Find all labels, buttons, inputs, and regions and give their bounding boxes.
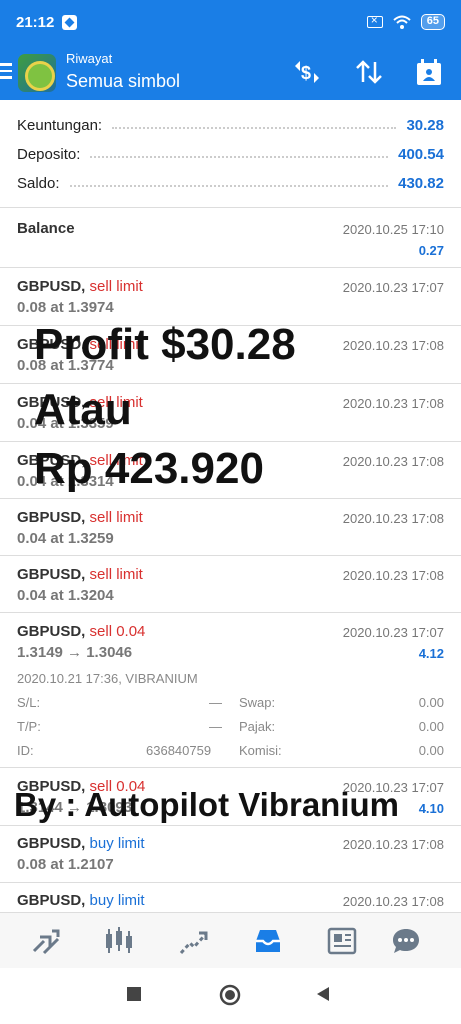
list-item[interactable]: GBPUSD, buy limit 0.08 at 1.2107 2020.10… [0,826,461,883]
summary-balance-row: Saldo: 430.82 [17,172,444,194]
currency-exchange-icon[interactable]: $ [292,58,322,86]
quotes-icon[interactable] [30,925,62,957]
system-navigation-bar [0,968,461,1024]
summary-panel: Keuntungan: 30.28 Deposito: 400.54 Saldo… [0,100,461,208]
item-date: 2020.10.23 17:08 [342,338,444,353]
sort-icon[interactable] [354,58,384,86]
item-title: GBPUSD, sell 0.04 [17,623,146,640]
back-icon[interactable] [315,986,331,1002]
overlay-byline: By : Autopilot Vibranium [14,786,399,823]
item-date: 2020.10.23 17:08 [342,396,444,411]
dot-leader [90,156,389,158]
item-date: 2020.10.25 17:10 [342,222,444,237]
item-amount: 0.27 [418,243,444,258]
status-time: 21:12 [16,13,55,31]
status-indicators: 65 [366,13,445,30]
item-amount: 4.10 [418,801,444,816]
deal-detail-row: ID: 636840759 Komisi: 0.00 [17,743,444,758]
trade-icon[interactable] [178,925,210,957]
battery-indicator: 65 [420,14,445,30]
summary-label: Saldo: [17,174,60,192]
deal-detail-row: T/P: — Pajak: 0.00 [17,719,444,734]
dot-leader [69,185,389,187]
chat-icon[interactable] [390,925,422,957]
calendar-icon[interactable] [414,58,444,86]
item-date: 2020.10.23 17:07 [342,625,444,640]
status-bar: 21:12 65 [0,0,461,44]
deal-detail-row: S/L: — Swap: 0.00 [17,695,444,710]
summary-deposit-row: Deposito: 400.54 [17,143,444,165]
notification-icon [62,14,78,30]
item-title: GBPUSD, sell limit [17,278,143,295]
overlay-rupiah-text: Rp 423.920 [34,444,264,493]
item-title: GBPUSD, buy limit [17,835,145,852]
home-icon[interactable] [219,984,241,1006]
overlay-or-text: Atau [34,385,132,434]
wifi-icon [393,15,411,29]
item-subtitle: 0.04 at 1.3204 [17,587,114,604]
svg-text:$: $ [301,63,311,83]
list-item[interactable]: GBPUSD, sell limit 0.04 at 1.3259 2020.1… [0,499,461,556]
no-sim-icon [366,13,383,28]
item-amount: 4.12 [418,646,444,661]
deal-item-expanded[interactable]: GBPUSD, sell 0.04 1.3149 → 1.3046 2020.1… [0,613,461,768]
item-subtitle: 0.04 at 1.3259 [17,530,114,547]
item-title: Balance [17,220,75,237]
app-logo [18,54,56,92]
news-icon[interactable] [326,925,358,957]
item-subtitle: 0.08 at 1.2107 [17,856,114,873]
item-subtitle: 1.3149 → 1.3046 [17,644,133,661]
item-date: 2020.10.23 17:08 [342,894,444,909]
menu-icon[interactable] [0,63,12,81]
recent-apps-icon[interactable] [126,986,142,1002]
bottom-navigation [0,912,461,968]
list-item[interactable]: GBPUSD, buy limit 2020.10.23 17:08 [0,883,461,912]
item-date: 2020.10.23 17:08 [342,454,444,469]
app-bar: Riwayat Semua simbol $ [0,44,461,100]
item-title: GBPUSD, buy limit [17,892,145,909]
list-item[interactable]: GBPUSD, sell limit 0.08 at 1.3974 2020.1… [0,268,461,326]
app-subtitle: Riwayat [66,51,113,66]
summary-value: 430.82 [398,174,444,192]
dot-leader [112,127,397,129]
item-subtitle: 0.08 at 1.3974 [17,299,114,316]
overlay-profit-text: Profit $30.28 [34,320,296,369]
list-item[interactable]: Balance 2020.10.25 17:10 0.27 [0,209,461,268]
chart-candles-icon[interactable] [103,925,135,957]
summary-profit-row: Keuntungan: 30.28 [17,114,444,136]
item-date: 2020.10.23 17:08 [342,837,444,852]
item-title: GBPUSD, sell limit [17,509,143,526]
list-item[interactable]: GBPUSD, sell limit 0.04 at 1.3204 2020.1… [0,556,461,613]
item-title: GBPUSD, sell limit [17,566,143,583]
deal-open-info: 2020.10.21 17:36, VIBRANIUM [17,671,198,686]
symbol-filter-title[interactable]: Semua simbol [66,71,180,92]
item-date: 2020.10.23 17:08 [342,511,444,526]
summary-value: 400.54 [398,145,444,163]
history-inbox-icon[interactable] [252,925,284,957]
summary-label: Keuntungan: [17,116,103,134]
item-date: 2020.10.23 17:07 [342,280,444,295]
item-date: 2020.10.23 17:08 [342,568,444,583]
summary-value: 30.28 [406,116,444,134]
summary-label: Deposito: [17,145,81,163]
